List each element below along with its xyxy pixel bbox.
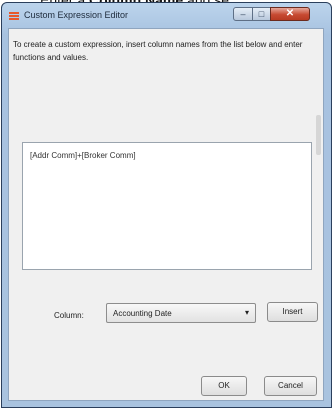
close-button[interactable]: ✕ (270, 7, 310, 21)
instructions-text: To create a custom expression, insert co… (13, 40, 303, 62)
app-logo-icon (9, 12, 19, 21)
expression-textarea[interactable]: [Addr Comm]+[Broker Comm] (22, 142, 312, 270)
maximize-icon: □ (258, 9, 265, 19)
dialog-body: To create a custom expression, insert co… (8, 28, 324, 401)
column-label: Column: (54, 311, 84, 320)
expression-text: [Addr Comm]+[Broker Comm] (30, 151, 136, 160)
custom-expression-editor-window: Custom Expression Editor – □ ✕ To create… (1, 2, 332, 408)
window-title: Custom Expression Editor (24, 10, 129, 20)
column-selected-value: Accounting Date (113, 309, 172, 318)
close-icon: ✕ (285, 8, 295, 19)
scrollbar[interactable] (316, 115, 321, 155)
ok-button[interactable]: OK (201, 376, 247, 396)
title-bar[interactable]: Custom Expression Editor – □ ✕ (2, 3, 331, 29)
column-select[interactable]: Accounting Date ▾ (106, 303, 256, 323)
minimize-icon: – (240, 9, 246, 19)
chevron-down-icon: ▾ (244, 308, 249, 317)
maximize-button[interactable]: □ (252, 7, 271, 21)
cancel-button[interactable]: Cancel (264, 376, 317, 396)
insert-button[interactable]: Insert (267, 302, 318, 322)
minimize-button[interactable]: – (233, 7, 253, 21)
